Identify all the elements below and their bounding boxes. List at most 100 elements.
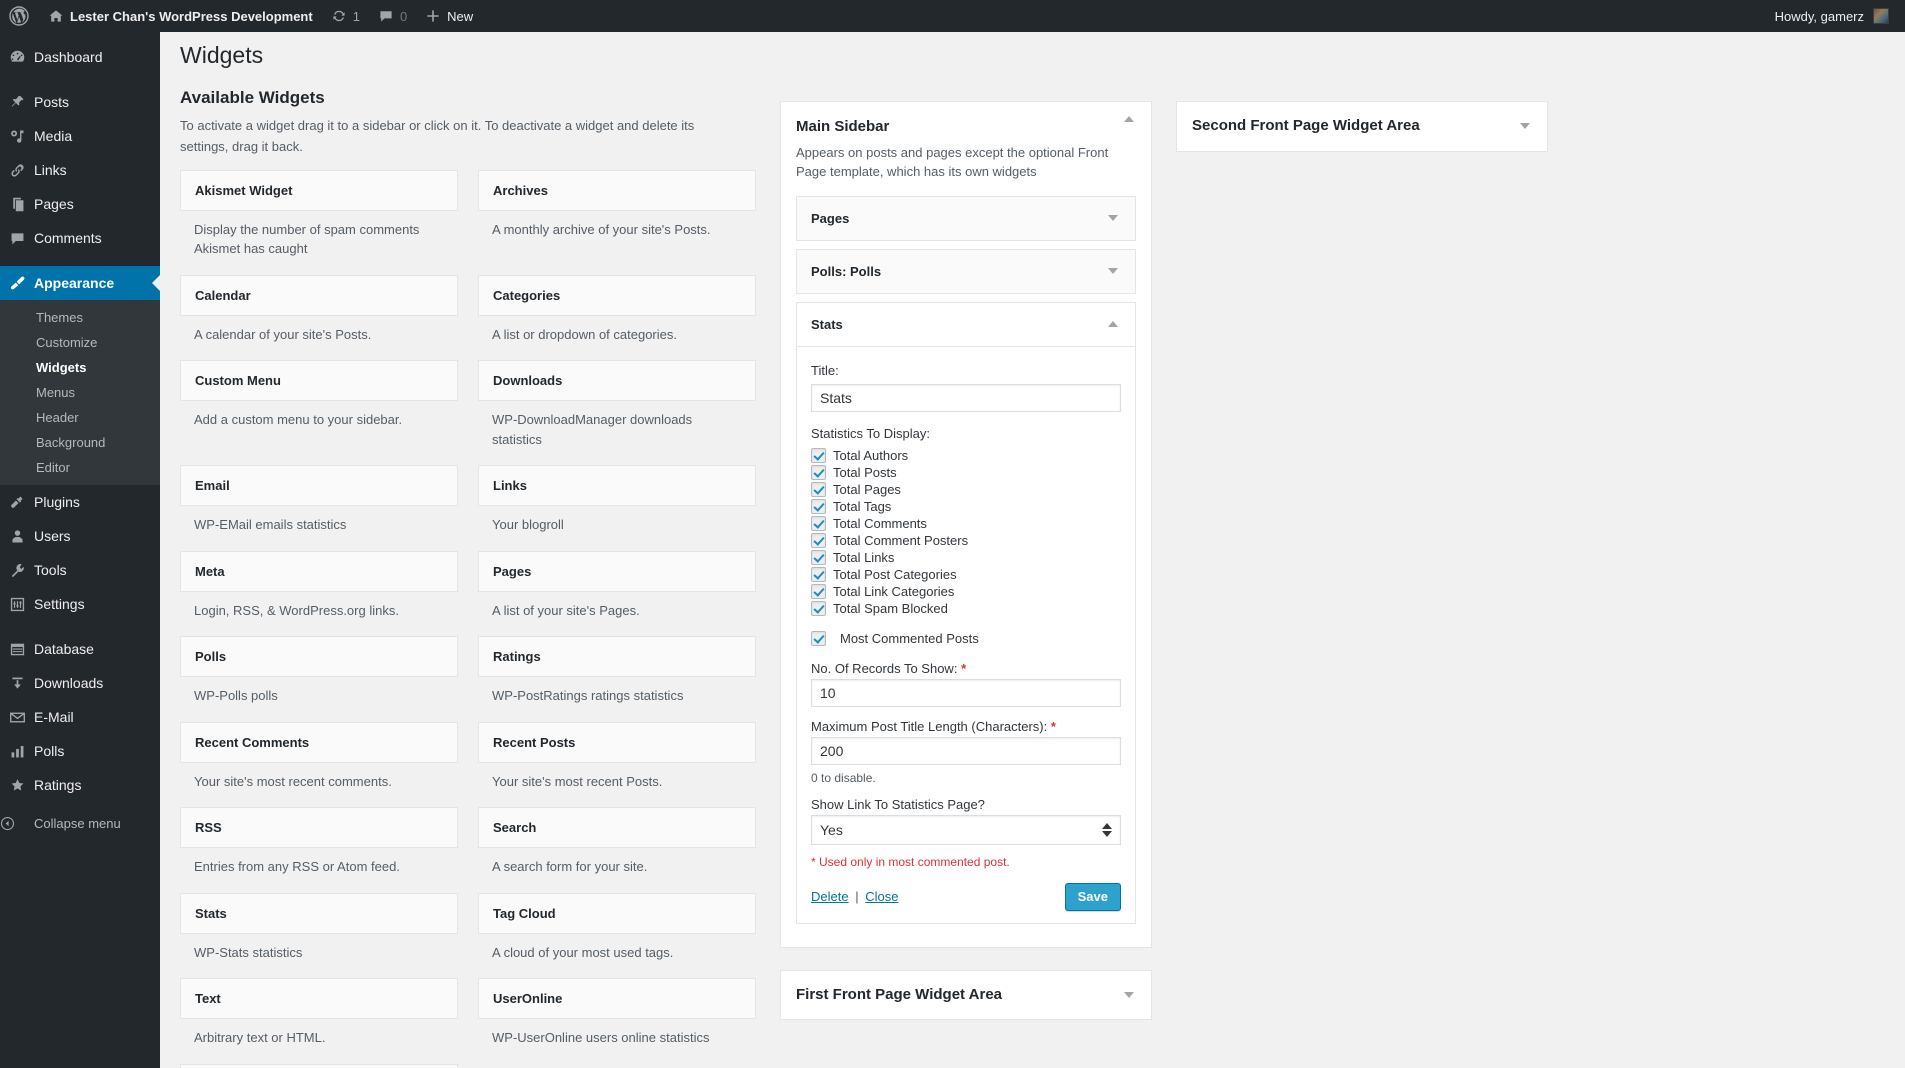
- statistic-option-row[interactable]: Total Tags: [811, 499, 1121, 515]
- submenu-item-customize[interactable]: Customize: [0, 330, 160, 355]
- site-name-menu[interactable]: Lester Chan's WordPress Development: [39, 0, 322, 32]
- sidebar-item-media[interactable]: Media: [0, 119, 160, 153]
- sidebar-item-plugins[interactable]: Plugins: [0, 485, 160, 519]
- available-widget-email[interactable]: Email: [180, 465, 458, 507]
- widget-polls-header[interactable]: Polls: Polls: [797, 250, 1135, 293]
- available-widget-categories[interactable]: Categories: [478, 274, 756, 316]
- available-widget-rss[interactable]: RSS: [180, 807, 458, 849]
- submenu-item-editor[interactable]: Editor: [0, 455, 160, 480]
- chevron-down-icon[interactable]: [1120, 986, 1138, 1004]
- statistic-option-row[interactable]: Total Link Categories: [811, 584, 1121, 600]
- available-widget-recent-comments[interactable]: Recent Comments: [180, 721, 458, 763]
- available-widget-search[interactable]: Search: [478, 807, 756, 849]
- available-widget-calendar[interactable]: Calendar: [180, 274, 458, 316]
- statistic-option-checkbox[interactable]: [811, 448, 826, 463]
- available-widget-cell: Links Your blogroll: [468, 465, 756, 549]
- sidebar-item-users[interactable]: Users: [0, 519, 160, 553]
- sidebar-item-pages[interactable]: Pages: [0, 187, 160, 221]
- comments-button[interactable]: 0: [369, 0, 416, 32]
- sidebar-item-downloads[interactable]: Downloads: [0, 666, 160, 700]
- close-widget-link[interactable]: Close: [865, 889, 898, 904]
- sidebar-item-dashboard[interactable]: Dashboard: [0, 40, 160, 74]
- available-widget-stats[interactable]: Stats: [180, 892, 458, 934]
- statistic-option-checkbox[interactable]: [811, 516, 826, 531]
- statistic-option-row[interactable]: Total Comments: [811, 516, 1121, 532]
- available-widget-views[interactable]: Views: [180, 1063, 458, 1068]
- statistic-option-checkbox[interactable]: [811, 482, 826, 497]
- most-commented-posts-row[interactable]: Most Commented Posts: [811, 631, 1121, 647]
- sidebar-item-database[interactable]: Database: [0, 632, 160, 666]
- available-widget-polls[interactable]: Polls: [180, 636, 458, 678]
- chevron-up-icon[interactable]: [1104, 315, 1122, 333]
- chevron-down-icon[interactable]: [1104, 262, 1122, 280]
- available-widget-cell: Custom Menu Add a custom menu to your sid…: [180, 360, 468, 463]
- wordpress-logo-icon[interactable]: [0, 0, 39, 32]
- max-title-length-input[interactable]: [811, 736, 1121, 765]
- first-front-page-header[interactable]: First Front Page Widget Area: [781, 971, 1151, 1020]
- widget-stats-header[interactable]: Stats: [797, 303, 1135, 347]
- available-widget-useronline[interactable]: UserOnline: [478, 978, 756, 1020]
- sidebar-item-posts[interactable]: Posts: [0, 85, 160, 119]
- submenu-item-menus[interactable]: Menus: [0, 380, 160, 405]
- available-widget-meta[interactable]: Meta: [180, 550, 458, 592]
- sidebar-item-label: Ratings: [34, 777, 82, 793]
- admin-bar: Lester Chan's WordPress Development 1 0 …: [0, 0, 1905, 32]
- records-to-show-input[interactable]: [811, 678, 1121, 707]
- statistic-option-checkbox[interactable]: [811, 601, 826, 616]
- widget-pages-header[interactable]: Pages: [797, 197, 1135, 240]
- delete-widget-link[interactable]: Delete: [811, 889, 849, 904]
- available-widget-cell: Polls WP-Polls polls: [180, 636, 468, 720]
- sidebar-item-appearance[interactable]: Appearance: [0, 266, 160, 300]
- available-widget-tag-cloud[interactable]: Tag Cloud: [478, 892, 756, 934]
- collapse-menu-button[interactable]: Collapse menu: [0, 806, 160, 840]
- sidebar-item-polls[interactable]: Polls: [0, 734, 160, 768]
- chevron-down-icon[interactable]: [1516, 117, 1534, 135]
- avatar: [1873, 8, 1889, 24]
- available-widget-custom-menu[interactable]: Custom Menu: [180, 360, 458, 402]
- statistic-option-checkbox[interactable]: [811, 567, 826, 582]
- statistic-option-row[interactable]: Total Authors: [811, 448, 1121, 464]
- sidebar-item-links[interactable]: Links: [0, 153, 160, 187]
- statistic-option-row[interactable]: Total Spam Blocked: [811, 601, 1121, 617]
- sidebar-item-comments[interactable]: Comments: [0, 221, 160, 255]
- chevron-down-icon[interactable]: [1104, 209, 1122, 227]
- show-link-select[interactable]: Yes: [811, 814, 1121, 845]
- account-menu[interactable]: Howdy, gamerz: [1766, 0, 1905, 32]
- most-commented-posts-checkbox[interactable]: [811, 631, 826, 646]
- submenu-item-header[interactable]: Header: [0, 405, 160, 430]
- available-widget-recent-posts[interactable]: Recent Posts: [478, 721, 756, 763]
- available-widget-akismet-widget[interactable]: Akismet Widget: [180, 169, 458, 211]
- submenu-item-widgets[interactable]: Widgets: [0, 355, 160, 380]
- submenu-item-background[interactable]: Background: [0, 430, 160, 455]
- stats-title-input[interactable]: [811, 384, 1121, 412]
- available-widget-archives[interactable]: Archives: [478, 169, 756, 211]
- statistic-option-checkbox[interactable]: [811, 533, 826, 548]
- statistic-option-row[interactable]: Total Post Categories: [811, 567, 1121, 583]
- available-widget-downloads[interactable]: Downloads: [478, 360, 756, 402]
- sidebar-item-tools[interactable]: Tools: [0, 553, 160, 587]
- sidebar-item-settings[interactable]: Settings: [0, 587, 160, 621]
- second-front-page-header[interactable]: Second Front Page Widget Area: [1177, 102, 1547, 151]
- statistic-option-checkbox[interactable]: [811, 550, 826, 565]
- new-content-button[interactable]: New: [416, 0, 482, 32]
- statistic-option-row[interactable]: Total Links: [811, 550, 1121, 566]
- main-sidebar-header[interactable]: Main Sidebar: [781, 102, 1151, 137]
- available-widget-description: Login, RSS, & WordPress.org links.: [194, 602, 399, 618]
- chevron-up-icon[interactable]: [1120, 110, 1138, 128]
- statistic-option-checkbox[interactable]: [811, 584, 826, 599]
- save-button[interactable]: Save: [1064, 882, 1121, 911]
- new-label: New: [447, 8, 474, 24]
- statistic-option-row[interactable]: Total Pages: [811, 482, 1121, 498]
- updates-button[interactable]: 1: [322, 0, 369, 32]
- statistic-option-row[interactable]: Total Comment Posters: [811, 533, 1121, 549]
- sidebar-item-email[interactable]: E-Mail: [0, 700, 160, 734]
- available-widget-text[interactable]: Text: [180, 978, 458, 1020]
- statistic-option-row[interactable]: Total Posts: [811, 465, 1121, 481]
- submenu-item-themes[interactable]: Themes: [0, 305, 160, 330]
- available-widget-ratings[interactable]: Ratings: [478, 636, 756, 678]
- statistic-option-checkbox[interactable]: [811, 465, 826, 480]
- statistic-option-checkbox[interactable]: [811, 499, 826, 514]
- sidebar-item-ratings[interactable]: Ratings: [0, 768, 160, 802]
- available-widget-pages[interactable]: Pages: [478, 550, 756, 592]
- available-widget-links[interactable]: Links: [478, 465, 756, 507]
